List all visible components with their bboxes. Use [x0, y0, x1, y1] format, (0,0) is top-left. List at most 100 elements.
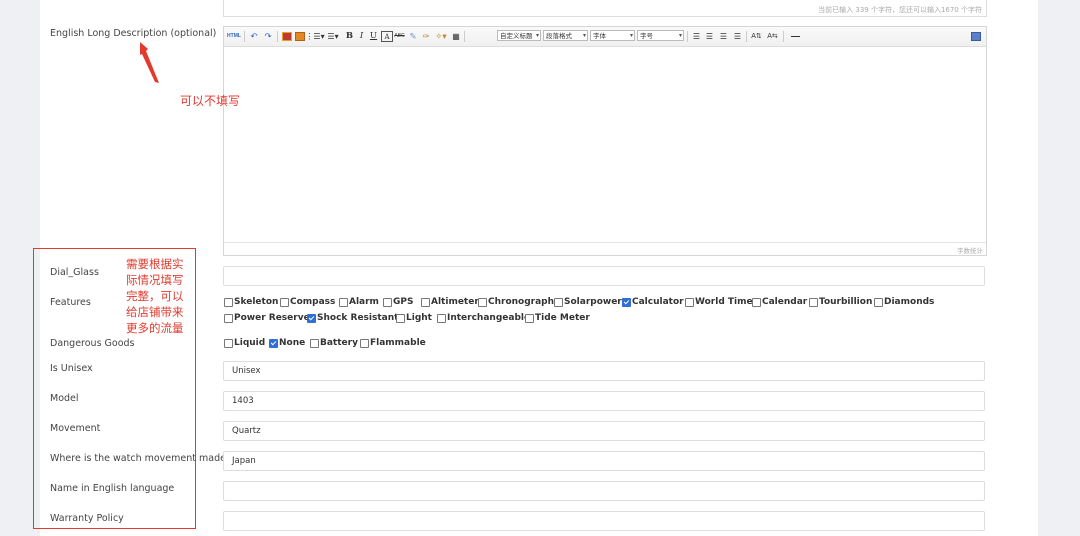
is-unisex-input[interactable]: Unisex	[223, 361, 985, 381]
italic-button[interactable]: I	[357, 30, 366, 42]
table-icon[interactable]: ▦	[451, 30, 461, 42]
bold-button[interactable]: B	[345, 30, 354, 42]
insert-image-icon[interactable]	[282, 30, 292, 42]
checkbox-chronograph[interactable]: Chronograph	[478, 297, 554, 307]
checkbox-label: Tide Meter	[535, 313, 590, 323]
checkbox-box[interactable]	[224, 297, 233, 307]
checkbox-label: Battery	[320, 338, 358, 348]
checkbox-calendar[interactable]: Calendar	[752, 297, 807, 307]
align-right-icon[interactable]: ☰	[719, 30, 728, 42]
checkbox-tide-meter[interactable]: Tide Meter	[525, 313, 590, 323]
checkbox-label: Flammable	[370, 338, 426, 348]
strikethrough-icon[interactable]: ABC	[394, 30, 405, 42]
checkbox-box[interactable]	[396, 313, 405, 323]
checkbox-box[interactable]	[360, 338, 369, 348]
letter-spacing-icon[interactable]: A⇆	[767, 30, 778, 42]
checkbox-label: Altimeter	[431, 297, 479, 307]
editor-toolbar: HTML ↶ ↷ ⋮☰▾ ☰▾ B I U A ABC ✎ ✑ ✧▾ ▦ 自定义…	[224, 27, 986, 47]
checkbox-interchangeable[interactable]: Interchangeable	[437, 313, 530, 323]
link-icon[interactable]: ✎	[408, 30, 418, 42]
checkbox-flammable[interactable]: Flammable	[360, 338, 426, 348]
checkbox-box[interactable]	[622, 297, 631, 307]
custom-heading-select[interactable]: 自定义标题	[497, 30, 541, 42]
checkbox-gps[interactable]: GPS	[383, 297, 413, 307]
checkbox-box[interactable]	[752, 297, 761, 307]
redo-icon[interactable]: ↷	[263, 30, 273, 42]
fullscreen-icon[interactable]	[971, 30, 981, 42]
horizontal-rule-icon[interactable]	[789, 30, 801, 42]
checkbox-box[interactable]	[478, 297, 487, 307]
movement-input[interactable]: Quartz	[223, 421, 985, 441]
checkbox-label: GPS	[393, 297, 414, 307]
name-english-input[interactable]	[223, 481, 985, 501]
dangerous-goods-label: Dangerous Goods	[50, 338, 135, 349]
clear-format-icon[interactable]: ✧▾	[434, 30, 448, 42]
checkbox-box[interactable]	[280, 297, 289, 307]
checkbox-box[interactable]	[809, 297, 818, 307]
checkbox-compass[interactable]: Compass	[280, 297, 335, 307]
checkbox-box[interactable]	[383, 297, 392, 307]
unordered-list-icon[interactable]: ☰▾	[325, 30, 341, 42]
checkbox-power-reserve[interactable]: Power Reserve	[224, 313, 310, 323]
font-color-button[interactable]: A	[381, 31, 393, 42]
html-source-button[interactable]: HTML	[227, 30, 241, 42]
word-count: 字数统计	[957, 247, 983, 255]
align-left-icon[interactable]: ☰	[692, 30, 701, 42]
dial-glass-input[interactable]	[223, 266, 985, 286]
model-input[interactable]: 1403	[223, 391, 985, 411]
checkbox-box[interactable]	[874, 297, 883, 307]
checkbox-label: Power Reserve	[234, 313, 310, 323]
checkbox-light[interactable]: Light	[396, 313, 432, 323]
checkbox-none[interactable]: None	[269, 338, 305, 348]
checkbox-box[interactable]	[437, 313, 446, 323]
checkbox-label: World Time	[695, 297, 753, 307]
format-brush-icon[interactable]: ✑	[421, 30, 431, 42]
font-family-select[interactable]: 字体	[590, 30, 635, 42]
checkbox-calculator[interactable]: Calculator	[622, 297, 684, 307]
checkbox-box[interactable]	[685, 297, 694, 307]
fill-note-line: 完整，可以	[126, 289, 184, 303]
checkbox-box[interactable]	[269, 338, 278, 348]
fill-note: 需要根据实 际情况填写 完整，可以 给店铺带来 更多的流量	[126, 256, 184, 336]
checkbox-box[interactable]	[307, 313, 316, 323]
checkbox-box[interactable]	[339, 297, 348, 307]
editor-content-area[interactable]	[224, 47, 986, 243]
toolbar-separator	[746, 31, 747, 42]
checkbox-label: Compass	[290, 297, 336, 307]
checkbox-battery[interactable]: Battery	[310, 338, 358, 348]
checkbox-box[interactable]	[421, 297, 430, 307]
checkbox-world-time[interactable]: World Time	[685, 297, 753, 307]
checkbox-box[interactable]	[554, 297, 563, 307]
name-english-label: Name in English language	[50, 483, 175, 494]
checkbox-shock-resistant[interactable]: Shock Resistant	[307, 313, 398, 323]
movement-origin-input[interactable]: Japan	[223, 451, 985, 471]
dial-glass-label: Dial_Glass	[50, 267, 99, 278]
checkbox-label: Calculator	[632, 297, 684, 307]
checkbox-skeleton[interactable]: Skeleton	[224, 297, 278, 307]
checkbox-box[interactable]	[224, 313, 233, 323]
long-description-editor[interactable]: HTML ↶ ↷ ⋮☰▾ ☰▾ B I U A ABC ✎ ✑ ✧▾ ▦ 自定义…	[223, 26, 987, 256]
align-justify-icon[interactable]: ☰	[733, 30, 742, 42]
font-size-select[interactable]: 字号	[637, 30, 684, 42]
checkbox-label: Chronograph	[488, 297, 555, 307]
checkbox-box[interactable]	[525, 313, 534, 323]
checkbox-liquid[interactable]: Liquid	[224, 338, 265, 348]
undo-icon[interactable]: ↶	[249, 30, 259, 42]
ordered-list-icon[interactable]: ⋮☰▾	[305, 30, 324, 42]
movement-label: Movement	[50, 423, 101, 434]
checkbox-label: Tourbillion	[819, 297, 873, 307]
align-center-icon[interactable]: ☰	[705, 30, 714, 42]
image-gallery-icon[interactable]	[295, 30, 305, 42]
checkbox-alarm[interactable]: Alarm	[339, 297, 379, 307]
line-height-icon[interactable]: A⇅	[751, 30, 762, 42]
checkbox-solarpower[interactable]: Solarpower	[554, 297, 622, 307]
checkbox-tourbillion[interactable]: Tourbillion	[809, 297, 872, 307]
checkbox-label: Calendar	[762, 297, 808, 307]
underline-button[interactable]: U	[369, 30, 378, 42]
checkbox-altimeter[interactable]: Altimeter	[421, 297, 479, 307]
checkbox-diamonds[interactable]: Diamonds	[874, 297, 934, 307]
checkbox-box[interactable]	[310, 338, 319, 348]
checkbox-box[interactable]	[224, 338, 233, 348]
warranty-input[interactable]	[223, 511, 985, 531]
paragraph-format-select[interactable]: 段落格式	[543, 30, 588, 42]
